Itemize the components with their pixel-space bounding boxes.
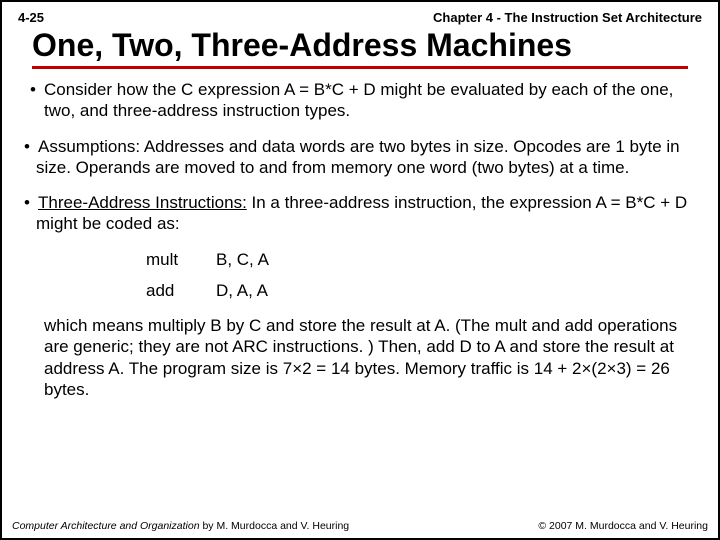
- footer-book-title: Computer Architecture and Organization: [12, 520, 200, 532]
- bullet-3: •Three-Address Instructions: In a three-…: [16, 192, 704, 235]
- slide-body: •Consider how the C expression A = B*C +…: [16, 79, 704, 400]
- operands-2: D, A, A: [216, 280, 268, 301]
- closing-paragraph: which means multiply B by C and store th…: [16, 315, 704, 400]
- footer-left: Computer Architecture and Organization b…: [12, 520, 349, 532]
- footer-bar: Computer Architecture and Organization b…: [12, 520, 708, 532]
- code-row-1: mult B, C, A: [146, 249, 704, 270]
- page-number: 4-25: [18, 10, 44, 25]
- chapter-label: Chapter 4 - The Instruction Set Architec…: [433, 10, 702, 25]
- bullet-3-heading: Three-Address Instructions:: [38, 193, 247, 212]
- header-bar: 4-25 Chapter 4 - The Instruction Set Arc…: [16, 10, 704, 25]
- bullet-1-text: Consider how the C expression A = B*C + …: [44, 80, 673, 120]
- code-block: mult B, C, A add D, A, A: [146, 249, 704, 302]
- footer-copyright: © 2007 M. Murdocca and V. Heuring: [538, 520, 708, 532]
- page-title: One, Two, Three-Address Machines: [32, 27, 688, 69]
- bullet-2: •Assumptions: Addresses and data words a…: [16, 136, 704, 179]
- bullet-1: •Consider how the C expression A = B*C +…: [16, 79, 704, 122]
- mnemonic-2: add: [146, 280, 216, 301]
- mnemonic-1: mult: [146, 249, 216, 270]
- operands-1: B, C, A: [216, 249, 269, 270]
- footer-authors: by M. Murdocca and V. Heuring: [200, 520, 350, 532]
- bullet-2-text: Assumptions: Addresses and data words ar…: [36, 137, 680, 177]
- code-row-2: add D, A, A: [146, 280, 704, 301]
